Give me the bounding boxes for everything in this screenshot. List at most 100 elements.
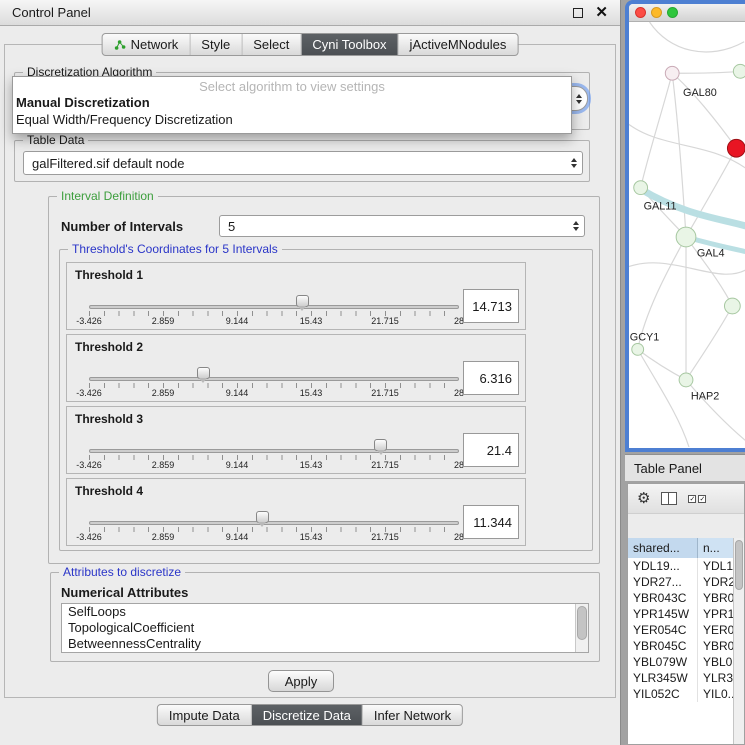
table-cell[interactable]: YBL079W <box>628 654 698 670</box>
tab-select[interactable]: Select <box>241 34 300 55</box>
table-row[interactable]: YLR345WYLR3... <box>628 670 733 686</box>
numerical-attributes-list[interactable]: SelfLoops TopologicalCoefficient Between… <box>61 603 589 653</box>
scrollbar-thumb[interactable] <box>577 606 587 640</box>
network-canvas[interactable]: GAL80 GAL11 GAL4 GCY1 HAP2 <box>629 22 745 447</box>
tab-jactivemnodules[interactable]: jActiveMNodules <box>398 34 518 55</box>
list-scrollbar[interactable] <box>575 604 588 652</box>
table-row[interactable]: YPR145WYPR1... <box>628 606 733 622</box>
bottom-tab-bar: Impute Data Discretize Data Infer Networ… <box>157 704 463 726</box>
column-header-name[interactable]: n... <box>698 538 733 558</box>
control-panel-window: Control Panel ✕ Network Style Select Cyn… <box>0 0 621 745</box>
selected-network-node[interactable] <box>727 139 745 157</box>
table-row[interactable]: YBR045CYBR0... <box>628 638 733 654</box>
table-cell[interactable]: YER054C <box>628 622 698 638</box>
list-item[interactable]: SelfLoops <box>62 604 588 620</box>
network-node[interactable] <box>679 373 693 387</box>
slider-thumb[interactable] <box>256 511 269 523</box>
network-node[interactable] <box>733 64 745 78</box>
threshold-4-slider[interactable]: -3.426 2.859 9.144 15.43 21.715 28 <box>89 509 459 545</box>
table-cell[interactable]: YBL0... <box>698 654 733 670</box>
network-node[interactable] <box>632 343 644 355</box>
table-cell[interactable]: YDR27... <box>628 574 698 590</box>
group-title: Attributes to discretize <box>59 566 185 579</box>
slider-track[interactable] <box>89 305 459 309</box>
tab-infer-network[interactable]: Infer Network <box>362 705 462 725</box>
table-panel-header: Table Panel <box>625 454 745 481</box>
network-window-titlebar[interactable] <box>629 4 745 22</box>
number-of-intervals-combobox[interactable]: 5 <box>219 215 585 237</box>
table-cell[interactable]: YPR145W <box>628 606 698 622</box>
tick-label: 15.43 <box>300 388 323 398</box>
network-node[interactable] <box>634 181 648 195</box>
combo-arrows-icon[interactable] <box>568 216 584 236</box>
tab-discretize-data[interactable]: Discretize Data <box>251 705 362 725</box>
close-traffic-light-icon[interactable] <box>635 7 646 18</box>
threshold-2-slider[interactable]: -3.426 2.859 9.144 15.43 21.715 28 <box>89 365 459 401</box>
table-cell[interactable]: YER0... <box>698 622 733 638</box>
tab-impute-data[interactable]: Impute Data <box>158 705 251 725</box>
table-row[interactable]: YDL19...YDL1... <box>628 558 733 574</box>
table-cell[interactable]: YDL1... <box>698 558 733 574</box>
combo-arrows-icon[interactable] <box>566 152 582 174</box>
threshold-2-value-field[interactable]: 6.316 <box>463 361 519 395</box>
table-row[interactable]: YBR043CYBR0... <box>628 590 733 606</box>
network-view-window[interactable]: GAL80 GAL11 GAL4 GCY1 HAP2 <box>625 0 745 452</box>
table-row[interactable]: YDR27...YDR2... <box>628 574 733 590</box>
columns-icon[interactable] <box>661 492 677 505</box>
zoom-traffic-light-icon[interactable] <box>667 7 678 18</box>
threshold-2-panel: Threshold 2 -3.426 2.859 9.144 15.43 21.… <box>66 334 526 402</box>
scrollbar-thumb[interactable] <box>735 540 743 590</box>
slider-ticks <box>89 311 459 316</box>
table-cell[interactable]: YBR0... <box>698 590 733 606</box>
select-columns-icon[interactable]: ✓ ✓ <box>688 495 706 503</box>
float-window-icon[interactable] <box>573 8 583 18</box>
table-panel: ⚙ ✓ ✓ shared... n... YDL19...YDL1... YDR… <box>627 483 745 745</box>
threshold-3-slider[interactable]: -3.426 2.859 9.144 15.43 21.715 28 <box>89 437 459 473</box>
network-node[interactable] <box>676 227 696 247</box>
combo-arrows-icon[interactable] <box>571 87 587 110</box>
tab-network[interactable]: Network <box>103 34 190 55</box>
network-node[interactable] <box>724 298 740 314</box>
table-cell[interactable]: YIL0... <box>698 686 733 702</box>
tick-label: -3.426 <box>76 532 102 542</box>
table-cell[interactable]: YPR1... <box>698 606 733 622</box>
threshold-1-slider[interactable]: -3.426 2.859 9.144 15.43 21.715 28 <box>89 293 459 329</box>
apply-button[interactable]: Apply <box>268 670 334 692</box>
table-cell[interactable]: YDL19... <box>628 558 698 574</box>
table-cell[interactable]: YLR3... <box>698 670 733 686</box>
tab-cyni-toolbox[interactable]: Cyni Toolbox <box>300 34 397 55</box>
slider-track[interactable] <box>89 377 459 381</box>
table-row[interactable]: YIL052CYIL0... <box>628 686 733 702</box>
tab-style[interactable]: Style <box>189 34 241 55</box>
slider-track[interactable] <box>89 449 459 453</box>
table-cell[interactable]: YIL052C <box>628 686 698 702</box>
node-label: GAL11 <box>644 200 677 212</box>
threshold-3-value-field[interactable]: 21.4 <box>463 433 519 467</box>
table-data-combobox[interactable]: galFiltered.sif default node <box>23 151 583 175</box>
threshold-1-value-field[interactable]: 14.713 <box>463 289 519 323</box>
table-cell[interactable]: YBR043C <box>628 590 698 606</box>
table-row[interactable]: YBL079WYBL0... <box>628 654 733 670</box>
list-item[interactable]: BetweennessCentrality <box>62 636 588 652</box>
list-item[interactable]: TopologicalCoefficient <box>62 620 588 636</box>
popup-item-manual-discretization[interactable]: Manual Discretization <box>13 94 571 111</box>
slider-thumb[interactable] <box>374 439 387 451</box>
slider-track[interactable] <box>89 521 459 525</box>
column-header-shared-name[interactable]: shared... <box>628 538 698 558</box>
minimize-traffic-light-icon[interactable] <box>651 7 662 18</box>
table-row[interactable]: YER054CYER0... <box>628 622 733 638</box>
popup-placeholder-text: Select algorithm to view settings <box>13 77 571 94</box>
slider-thumb[interactable] <box>197 367 210 379</box>
popup-item-equal-width-frequency[interactable]: Equal Width/Frequency Discretization <box>13 111 571 128</box>
table-scrollbar[interactable] <box>733 538 744 744</box>
network-node[interactable] <box>665 66 679 80</box>
close-window-icon[interactable]: ✕ <box>595 5 608 20</box>
slider-thumb[interactable] <box>296 295 309 307</box>
table-panel-toolbar: ⚙ ✓ ✓ <box>628 484 744 514</box>
table-cell[interactable]: YDR2... <box>698 574 733 590</box>
table-cell[interactable]: YLR345W <box>628 670 698 686</box>
table-cell[interactable]: YBR045C <box>628 638 698 654</box>
gear-icon[interactable]: ⚙ <box>637 491 650 506</box>
table-cell[interactable]: YBR0... <box>698 638 733 654</box>
threshold-4-value-field[interactable]: 11.344 <box>463 505 519 539</box>
